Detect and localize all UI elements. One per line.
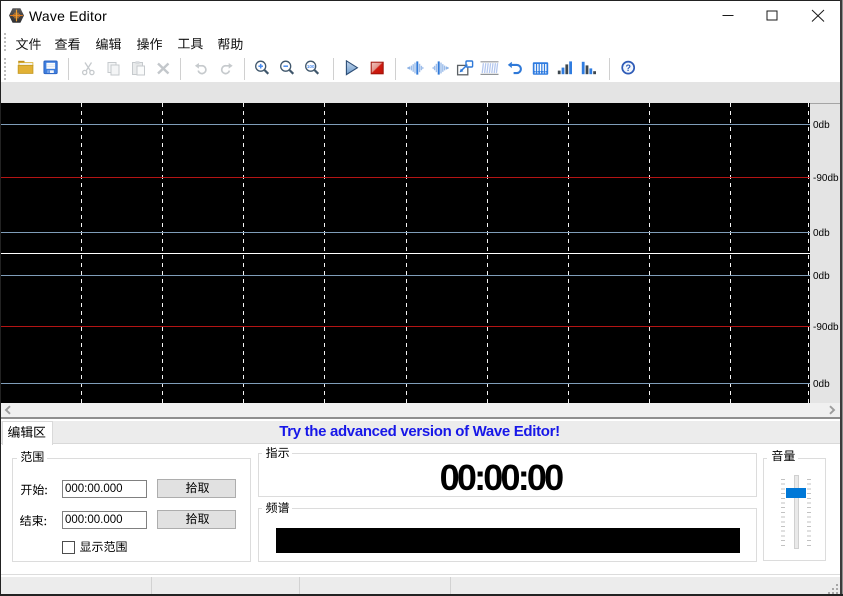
svg-text:100: 100	[307, 64, 315, 69]
svg-text:?: ?	[625, 63, 631, 73]
